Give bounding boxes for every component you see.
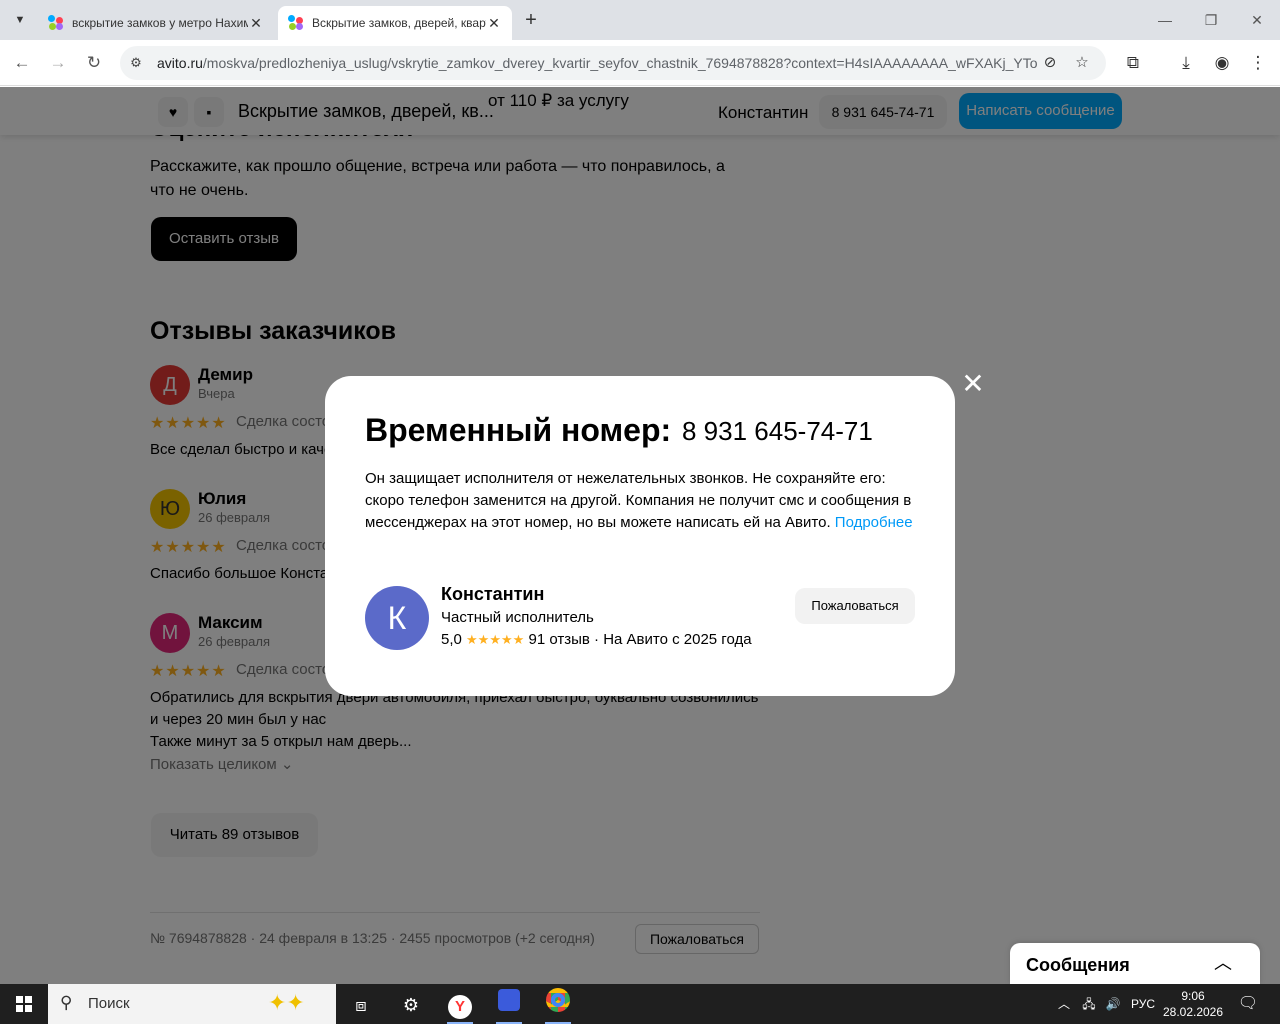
sparkle-icon: ✦✦ xyxy=(268,990,305,1015)
seller-rating: 5,0 ★★★★★ 91 отзыв · На Авито с 2025 год… xyxy=(441,631,752,648)
tab-title: вскрытие замков у метро Нахимовский xyxy=(72,16,248,30)
app-icon[interactable] xyxy=(490,988,528,1024)
site-info-icon[interactable]: ⚙ xyxy=(128,55,144,71)
search-placeholder: Поиск xyxy=(88,995,130,1012)
settings-gear-icon[interactable]: ⚙ xyxy=(392,988,430,1024)
forward-icon[interactable]: → xyxy=(46,51,70,75)
yandex-browser-icon[interactable]: Y xyxy=(441,988,479,1024)
menu-icon[interactable]: ⋮ xyxy=(1246,51,1270,75)
search-icon: ⚲ xyxy=(60,993,73,1012)
close-window-icon[interactable]: ✕ xyxy=(1242,8,1272,32)
page-content: ♥ ▪ Вскрытие замков, дверей, кв... от 11… xyxy=(0,87,1280,984)
tab-1[interactable]: вскрытие замков у метро Нахимовский ✕ xyxy=(38,6,274,40)
address-toolbar: ← → ↻ ⚙ avito.ru/moskva/predlozheniya_us… xyxy=(0,40,1280,86)
rating-stars-icon: ★★★★★ xyxy=(466,632,525,647)
close-tab-icon[interactable]: ✕ xyxy=(248,15,264,32)
reviews-count-link[interactable]: 91 отзыв xyxy=(528,631,589,648)
modal-title: Временный номер: xyxy=(365,412,672,448)
new-tab-button[interactable]: + xyxy=(520,9,542,31)
tab-2-active[interactable]: Вскрытие замков, дверей, квартир ✕ xyxy=(278,6,512,40)
extensions-icon[interactable]: ⧉ xyxy=(1121,51,1145,75)
tray-expand-icon[interactable]: ︿ xyxy=(1054,984,1074,1024)
windows-start-icon[interactable] xyxy=(0,984,48,1024)
tracking-icon[interactable]: ⊘ xyxy=(1040,53,1060,73)
close-icon[interactable]: ✕ xyxy=(960,370,986,398)
chevron-up-icon[interactable]: ︿ xyxy=(1214,949,1232,975)
tab-search-button[interactable]: ▼ xyxy=(8,8,32,32)
avito-favicon-icon xyxy=(48,15,64,31)
messages-label: Сообщения xyxy=(1026,955,1130,975)
volume-icon[interactable]: 🔊 xyxy=(1102,984,1124,1024)
chrome-icon[interactable] xyxy=(539,988,577,1024)
url-text[interactable]: avito.ru/moskva/predlozheniya_uslug/vskr… xyxy=(157,55,1037,71)
tab-strip: ▼ вскрытие замков у метро Нахимовский ✕ … xyxy=(0,0,1280,40)
temporary-number-modal: Временный номер: 8 931 645-74-71 Он защи… xyxy=(325,376,955,696)
taskbar-search[interactable]: ⚲ Поиск ✦✦ xyxy=(48,984,336,1024)
reload-icon[interactable]: ↻ xyxy=(82,51,106,75)
restore-icon[interactable]: ❐ xyxy=(1196,8,1226,32)
seller-type: Частный исполнитель xyxy=(441,609,594,626)
more-info-link[interactable]: Подробнее xyxy=(835,514,913,531)
seller-name[interactable]: Константин xyxy=(441,584,544,605)
avatar: К xyxy=(365,586,429,650)
minimize-icon[interactable]: — xyxy=(1150,8,1180,32)
close-tab-icon[interactable]: ✕ xyxy=(486,15,502,32)
network-icon[interactable]: 🖧 xyxy=(1078,984,1100,1024)
address-bar[interactable]: ⚙ avito.ru/moskva/predlozheniya_uslug/vs… xyxy=(120,46,1106,80)
profile-icon[interactable]: ◉ xyxy=(1210,51,1234,75)
avito-favicon-icon xyxy=(288,15,304,31)
bookmark-star-icon[interactable]: ☆ xyxy=(1072,53,1092,73)
temporary-phone-number[interactable]: 8 931 645-74-71 xyxy=(682,416,873,447)
modal-description: Он защищает исполнителя от нежелательных… xyxy=(365,470,913,531)
report-button[interactable]: Пожаловаться xyxy=(795,588,915,624)
windows-taskbar: ⚲ Поиск ✦✦ ⧈ ⚙ Y ︿ 🖧 🔊 РУС 9:06 28.02.20… xyxy=(0,984,1280,1024)
download-icon[interactable]: ⤓ xyxy=(1174,51,1198,75)
language-indicator[interactable]: РУС xyxy=(1128,984,1158,1024)
messages-widget[interactable]: Сообщения ︿ xyxy=(1010,943,1260,984)
notifications-icon[interactable]: 🗨 xyxy=(1236,984,1260,1024)
tab-title: Вскрытие замков, дверей, квартир xyxy=(312,16,486,30)
task-view-icon[interactable]: ⧈ xyxy=(342,988,380,1024)
back-icon[interactable]: ← xyxy=(10,51,34,75)
clock[interactable]: 9:06 28.02.2026 xyxy=(1160,988,1226,1020)
